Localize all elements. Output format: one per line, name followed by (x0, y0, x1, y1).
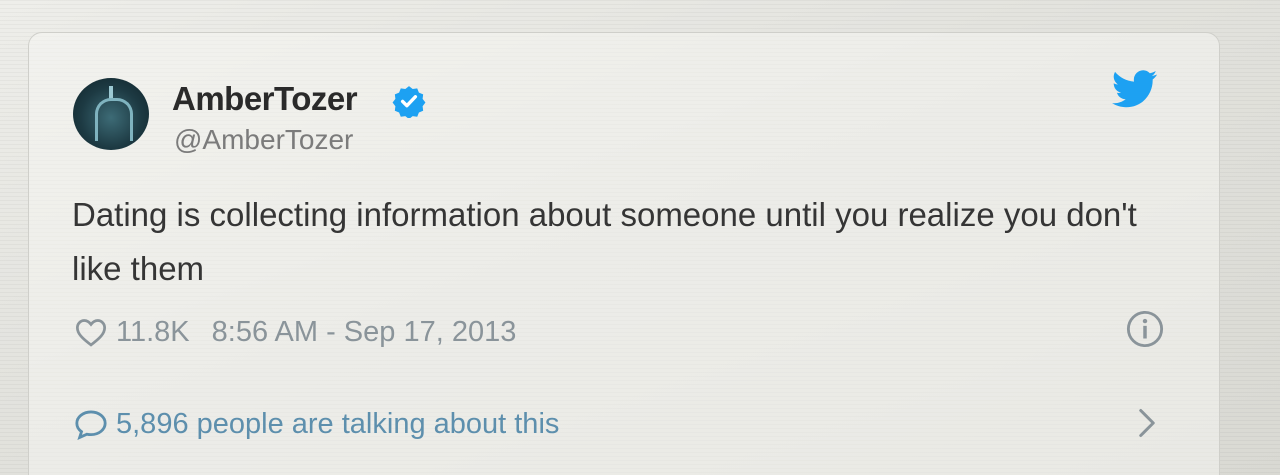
verified-badge-icon (392, 86, 426, 118)
avatar-arch (95, 98, 133, 141)
tweet-meta-row: 11.8K 8:56 AM - Sep 17, 2013 (74, 312, 516, 352)
tweet-text: Dating is collecting information about s… (72, 196, 1137, 287)
conversation-link[interactable]: 5,896 people are talking about this (74, 404, 559, 444)
conversation-text: 5,896 people are talking about this (116, 407, 560, 440)
avatar[interactable] (73, 78, 149, 150)
like-count[interactable]: 11.8K (116, 316, 190, 349)
speech-bubble-icon (75, 410, 107, 440)
twitter-bird-icon[interactable] (1112, 70, 1158, 108)
screen: AmberTozer @AmberTozer Dating is collect… (0, 0, 1280, 475)
author-display-name[interactable]: AmberTozer (172, 80, 358, 118)
tweet-timestamp[interactable]: 8:56 AM - Sep 17, 2013 (212, 316, 517, 349)
author-handle[interactable]: @AmberTozer (174, 124, 353, 156)
heart-icon[interactable] (74, 317, 108, 347)
chevron-right-icon[interactable] (1134, 408, 1160, 438)
info-icon[interactable] (1126, 310, 1164, 348)
